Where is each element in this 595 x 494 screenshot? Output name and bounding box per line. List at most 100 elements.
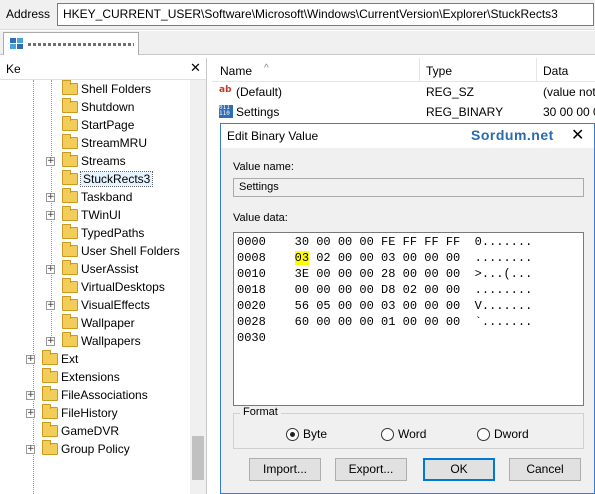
- hex-line: 0028 60 00 00 00 01 00 00 00 `.......: [237, 315, 532, 331]
- expand-icon[interactable]: +: [26, 391, 35, 400]
- tree-item[interactable]: + TWinUI: [0, 206, 190, 224]
- value-name-field: Settings: [233, 178, 584, 197]
- hex-line: 0008 03 02 00 00 03 00 00 00 ........: [237, 251, 532, 267]
- tree-item[interactable]: Wallpaper: [0, 314, 190, 332]
- byte-label: Byte: [303, 427, 328, 441]
- dialog-titlebar[interactable]: Edit Binary Value Sordum.net ✕: [221, 124, 594, 148]
- tree-item[interactable]: + Streams: [0, 152, 190, 170]
- tree-item[interactable]: + Wallpapers: [0, 332, 190, 350]
- byte-radio[interactable]: [286, 428, 299, 441]
- expand-icon[interactable]: +: [46, 337, 55, 346]
- expand-icon[interactable]: +: [46, 211, 55, 220]
- column-type[interactable]: Type: [426, 64, 452, 78]
- folder-icon: [42, 386, 58, 401]
- folder-icon: [62, 170, 78, 185]
- tree-item[interactable]: StuckRects3: [0, 170, 190, 188]
- hex-ascii: ........: [474, 251, 533, 265]
- expand-icon[interactable]: +: [46, 301, 55, 310]
- expand-icon[interactable]: +: [46, 265, 55, 274]
- folder-icon: [62, 278, 78, 293]
- hex-bytes: 56 05 00 00 03 00 00 00: [294, 299, 461, 313]
- registry-tree: Ke ✕ Shell Folders Shutdown StartPage Strea…: [0, 58, 207, 494]
- list-item[interactable]: 011110 Settings REG_BINARY 30 00 00 00: [212, 102, 595, 122]
- hex-offset: 0020: [237, 299, 266, 313]
- word-radio[interactable]: [381, 428, 394, 441]
- column-data[interactable]: Data: [543, 64, 568, 78]
- tree-item[interactable]: + UserAssist: [0, 260, 190, 278]
- tree-item[interactable]: TypedPaths: [0, 224, 190, 242]
- sort-ascending-icon: ^: [264, 63, 269, 74]
- format-group: Format Byte Word Dword: [233, 406, 584, 449]
- tree-item[interactable]: StartPage: [0, 116, 190, 134]
- tree-item-label: Wallpapers: [81, 334, 141, 348]
- hex-ascii: 0.......: [474, 235, 533, 249]
- tree-item-label: StuckRects3: [79, 171, 154, 187]
- address-input[interactable]: HKEY_CURRENT_USER\Software\Microsoft\Win…: [57, 3, 594, 26]
- registry-tab[interactable]: [3, 32, 139, 55]
- hex-bytes: 60 00 00 00 01 00 00 00: [294, 315, 461, 329]
- value-data: (value not: [543, 85, 595, 99]
- hex-spacer: [460, 283, 474, 297]
- tree-item[interactable]: Extensions: [0, 368, 190, 386]
- tree-item-label: Streams: [81, 154, 126, 168]
- tree-item[interactable]: StreamMRU: [0, 134, 190, 152]
- column-name[interactable]: Name: [220, 64, 252, 78]
- value-name-label: Value name:: [233, 161, 294, 173]
- folder-icon: [62, 242, 78, 257]
- hex-line: 0018 00 00 00 00 D8 02 00 00 ........: [237, 283, 532, 299]
- tree-item-label: UserAssist: [81, 262, 139, 276]
- tree-header-label: Ke: [6, 62, 21, 76]
- value-data-label: Value data:: [233, 212, 288, 224]
- hex-bytes: 00 00 00 00 D8 02 00 00: [294, 283, 461, 297]
- brand-watermark: Sordum.net: [471, 127, 554, 143]
- tree-item[interactable]: GameDVR: [0, 422, 190, 440]
- tree-item[interactable]: + FileHistory: [0, 404, 190, 422]
- tree-close-icon[interactable]: ✕: [190, 60, 201, 76]
- tree-item[interactable]: Shell Folders: [0, 80, 190, 98]
- hex-highlight-byte: 03: [294, 251, 310, 265]
- list-header: Name ^ Type Data: [212, 58, 595, 82]
- folder-icon: [62, 314, 78, 329]
- hex-spacer: [266, 315, 295, 329]
- close-icon[interactable]: ✕: [571, 125, 584, 145]
- hex-spacer: [266, 283, 295, 297]
- tree-item[interactable]: + Ext: [0, 350, 190, 368]
- hex-spacer: [266, 299, 295, 313]
- tree-item[interactable]: + VisualEffects: [0, 296, 190, 314]
- hex-bytes: 30 00 00 00 FE FF FF FF: [294, 235, 461, 249]
- expand-icon[interactable]: +: [26, 409, 35, 418]
- tree-item-label: VirtualDesktops: [81, 280, 165, 294]
- tree-scrollbar[interactable]: [190, 80, 206, 494]
- tree-item[interactable]: User Shell Folders: [0, 242, 190, 260]
- import-button[interactable]: Import...: [249, 458, 321, 481]
- folder-icon: [62, 116, 78, 131]
- column-divider[interactable]: [536, 58, 537, 82]
- expand-icon[interactable]: +: [46, 193, 55, 202]
- tree-item-label: Taskband: [81, 190, 133, 204]
- cancel-button[interactable]: Cancel: [509, 458, 581, 481]
- edit-binary-dialog: Edit Binary Value Sordum.net ✕ Value nam…: [220, 123, 595, 494]
- ok-button[interactable]: OK: [423, 458, 495, 481]
- value-name: (Default): [236, 85, 283, 99]
- favorites-bar: [0, 31, 595, 55]
- hex-offset: 0030: [237, 331, 266, 345]
- hex-spacer: [460, 299, 474, 313]
- folder-icon: [62, 152, 78, 167]
- hex-offset: 0000: [237, 235, 266, 249]
- expand-icon[interactable]: +: [26, 355, 35, 364]
- hex-editor[interactable]: 0000 30 00 00 00 FE FF FF FF 0....... 000…: [233, 232, 584, 406]
- list-item[interactable]: ab (Default) REG_SZ (value not: [212, 82, 595, 102]
- dword-radio[interactable]: [477, 428, 490, 441]
- tree-item[interactable]: VirtualDesktops: [0, 278, 190, 296]
- tree-item[interactable]: + Taskband: [0, 188, 190, 206]
- tree-item[interactable]: Shutdown: [0, 98, 190, 116]
- tree-item[interactable]: + FileAssociations: [0, 386, 190, 404]
- column-divider[interactable]: [419, 58, 420, 82]
- hex-ascii: `.......: [474, 315, 533, 329]
- hex-line: 0030: [237, 331, 266, 347]
- expand-icon[interactable]: +: [46, 157, 55, 166]
- export-button[interactable]: Export...: [335, 458, 407, 481]
- expand-icon[interactable]: +: [26, 445, 35, 454]
- scrollbar-thumb[interactable]: [192, 436, 204, 480]
- tree-item[interactable]: + Group Policy: [0, 440, 190, 458]
